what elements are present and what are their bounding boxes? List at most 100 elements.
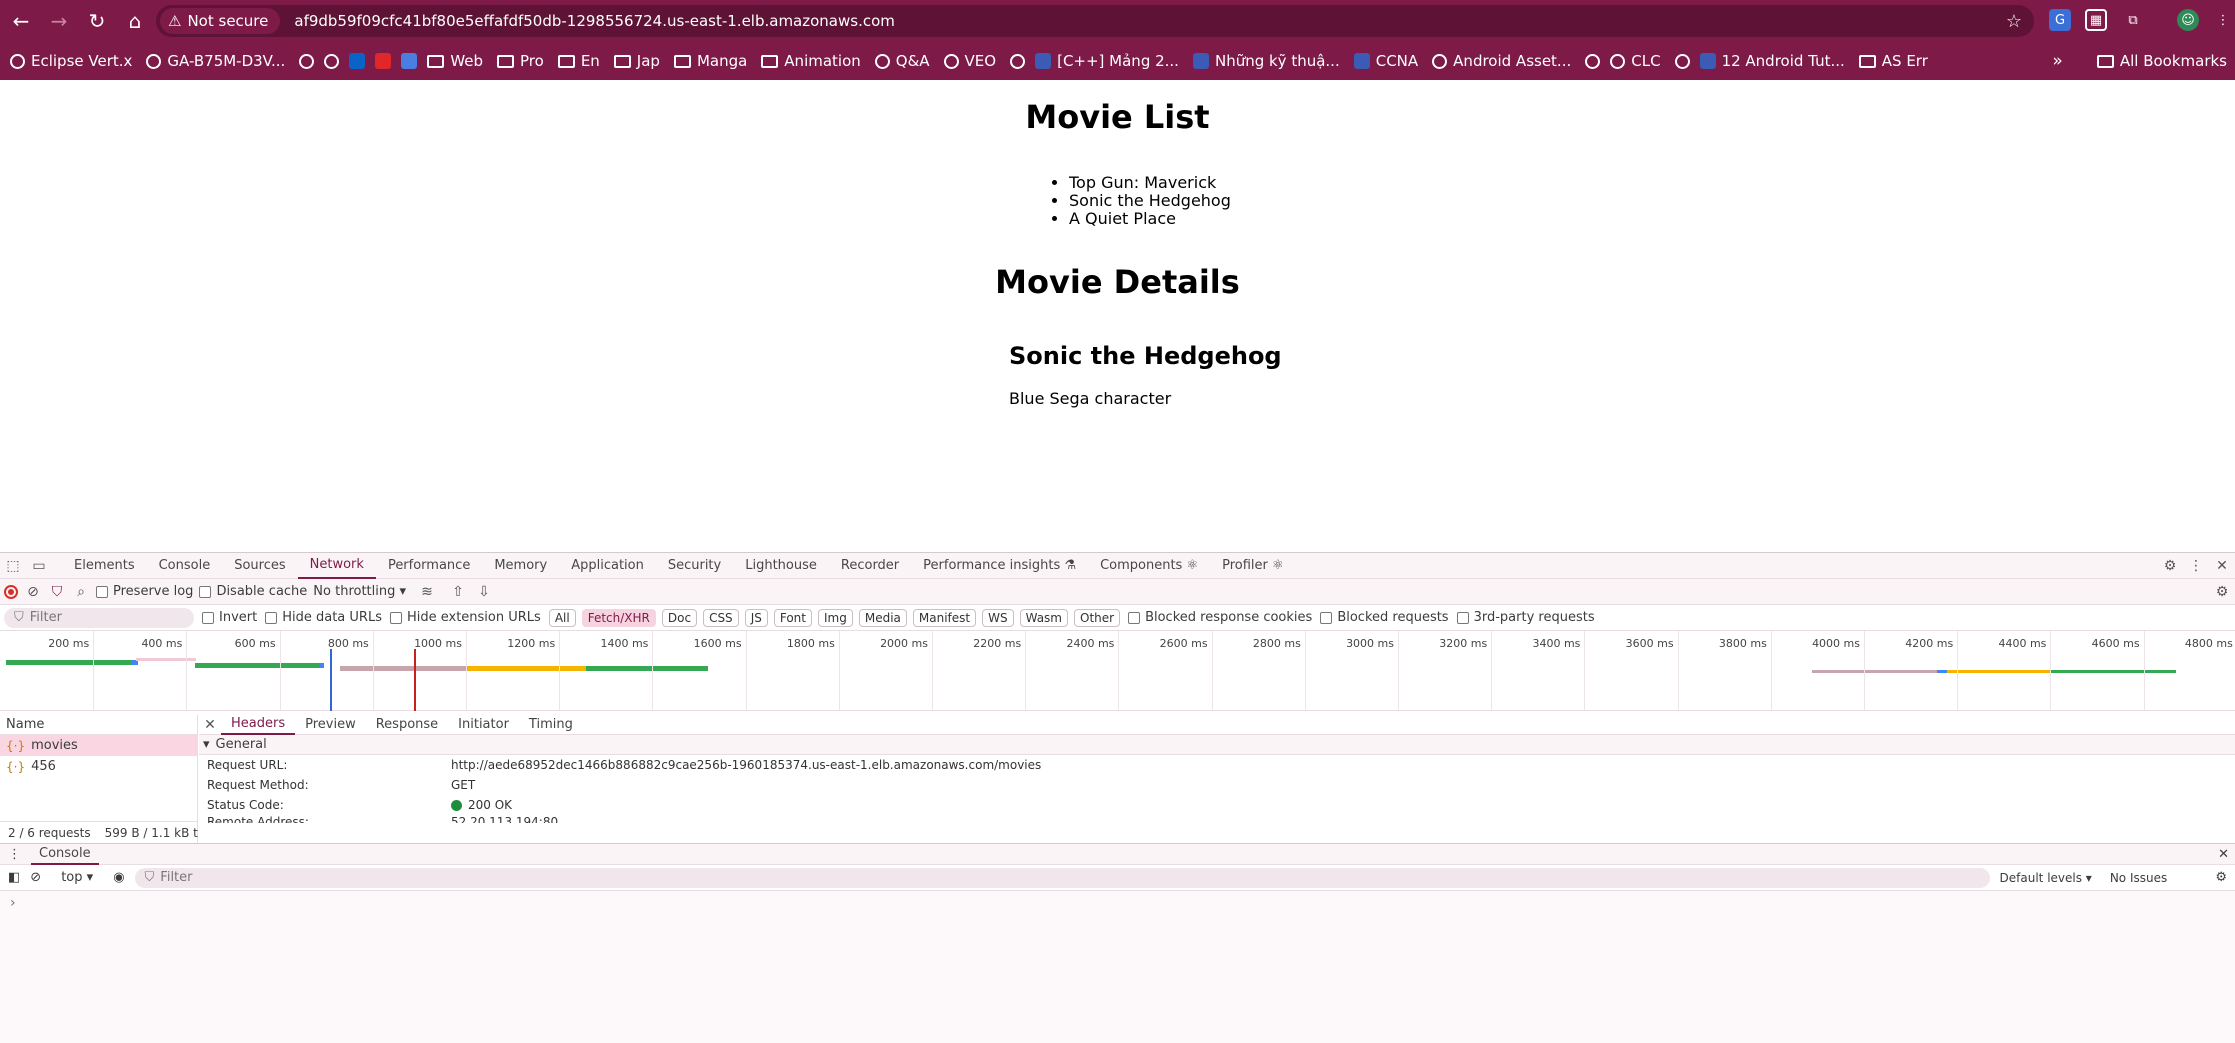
bookmark-item[interactable]: CCNA [1353, 52, 1418, 70]
bookmark-item[interactable] [299, 53, 315, 69]
invert-checkbox[interactable]: Invert [202, 610, 257, 625]
devtools-tab[interactable]: Console [147, 553, 223, 579]
close-devtools-icon[interactable]: ✕ [2209, 553, 2235, 579]
request-row[interactable]: {·} movies [0, 735, 197, 756]
devtools-tab[interactable]: Components ⚛ [1088, 553, 1210, 579]
drawer-menu-icon[interactable]: ⋮ [8, 847, 21, 862]
bookmark-item[interactable] [349, 53, 366, 69]
request-row[interactable]: {·} 456 [0, 756, 197, 777]
bookmark-item[interactable]: En [557, 52, 600, 70]
devtools-tab[interactable]: Lighthouse [733, 553, 829, 579]
network-filter-input[interactable]: ⛉ Filter [4, 607, 194, 628]
resource-type-button[interactable]: Wasm [1019, 608, 1068, 627]
devtools-tab[interactable]: Security [656, 553, 733, 579]
blocked-cookies-checkbox[interactable]: Blocked response cookies [1128, 610, 1312, 625]
extensions-puzzle-icon[interactable]: ⧉ [2122, 9, 2144, 31]
security-chip[interactable]: ⚠ Not secure [160, 8, 281, 34]
browser-menu-icon[interactable]: ⋮ [2212, 9, 2234, 31]
bookmark-item[interactable] [401, 53, 418, 69]
preserve-log-checkbox[interactable]: Preserve log [96, 584, 193, 599]
movie-item[interactable]: A Quiet Place [1069, 210, 1231, 228]
bookmark-item[interactable]: CLC [1610, 52, 1661, 70]
url-text[interactable]: af9db59f09cfc41bf80e5effafdf50db-1298556… [294, 12, 895, 30]
translate-extension-icon[interactable]: G [2049, 9, 2071, 31]
devtools-tab[interactable]: Sources [222, 553, 297, 579]
context-select[interactable]: top ▾ [61, 870, 93, 885]
clear-icon[interactable]: ⊘ [24, 579, 42, 605]
console-output[interactable]: › [0, 891, 2235, 1043]
omnibox[interactable]: ⚠ Not secure af9db59f09cfc41bf80e5effafd… [156, 5, 2034, 37]
network-overview-timeline[interactable]: 200 ms 400 ms 600 ms 800 ms 1000 ms 1200 ms 14… [0, 631, 2235, 711]
movie-item[interactable]: Top Gun: Maverick [1069, 174, 1231, 192]
settings-gear-icon[interactable]: ⚙ [2157, 553, 2183, 579]
bookmark-item[interactable] [1674, 53, 1690, 69]
devtools-tab[interactable]: Recorder [829, 553, 911, 579]
all-bookmarks-button[interactable]: All Bookmarks [2120, 52, 2227, 70]
profile-avatar[interactable]: ☺ [2177, 9, 2199, 31]
console-clear-icon[interactable]: ⊘ [30, 870, 41, 885]
bookmark-item[interactable]: AS Err [1858, 52, 1928, 70]
network-conditions-icon[interactable]: ≋ [412, 579, 442, 605]
resource-type-button[interactable]: WS [982, 608, 1014, 627]
detail-tab[interactable]: Response [366, 715, 448, 735]
movie-item[interactable]: Sonic the Hedgehog [1069, 192, 1231, 210]
bookmark-item[interactable]: Manga [673, 52, 747, 70]
resource-type-button[interactable]: Manifest [912, 608, 977, 627]
log-levels-select[interactable]: Default levels ▾ [2000, 871, 2092, 885]
live-expression-eye-icon[interactable]: ◉ [113, 870, 124, 885]
console-drawer-tab[interactable]: Console [31, 843, 99, 865]
bookmark-item[interactable] [375, 53, 392, 69]
bookmark-item[interactable]: Animation [761, 52, 861, 70]
name-column-header[interactable]: Name [0, 715, 197, 735]
devtools-menu-icon[interactable]: ⋮ [2183, 553, 2209, 579]
bookmark-item[interactable]: 12 Android Tut... [1699, 52, 1845, 70]
filter-funnel-icon[interactable]: ⛉ [48, 579, 66, 605]
bookmark-item[interactable]: Q&A [874, 52, 930, 70]
throttling-select[interactable]: No throttling ▾ [313, 584, 406, 599]
disable-cache-checkbox[interactable]: Disable cache [199, 584, 307, 599]
detail-tab[interactable]: Timing [519, 715, 583, 735]
general-section-header[interactable]: ▾ General [199, 735, 2235, 755]
bookmark-item[interactable]: Web [427, 52, 483, 70]
bookmark-star-icon[interactable]: ☆ [2006, 11, 2022, 32]
devtools-tab[interactable]: Memory [482, 553, 559, 579]
bookmark-item[interactable] [1585, 53, 1601, 69]
bookmarks-overflow-button[interactable]: » [2052, 51, 2062, 71]
console-sidebar-icon[interactable]: ◧ [8, 870, 20, 885]
inspect-element-icon[interactable]: ⬚ [0, 553, 26, 579]
resource-type-button[interactable]: Media [858, 608, 907, 627]
devtools-tab[interactable]: Performance insights ⚗ [911, 553, 1088, 579]
console-settings-gear-icon[interactable]: ⚙ [2215, 870, 2227, 885]
network-settings-gear-icon[interactable]: ⚙ [2209, 579, 2235, 605]
close-detail-icon[interactable]: ✕ [199, 715, 221, 735]
hide-extension-urls-checkbox[interactable]: Hide extension URLs [389, 610, 541, 625]
devtools-tab[interactable]: Performance [376, 553, 482, 579]
qr-extension-icon[interactable]: ▦ [2085, 9, 2107, 31]
forward-button[interactable]: → [42, 4, 76, 38]
resource-type-button[interactable]: JS [744, 608, 768, 627]
devtools-tab[interactable]: Network [297, 553, 376, 579]
issues-counter[interactable]: No Issues [2110, 871, 2167, 885]
back-button[interactable]: ← [4, 4, 38, 38]
bookmark-item[interactable]: GA-B75M-D3V... [146, 52, 285, 70]
resource-type-button[interactable]: Img [817, 608, 853, 627]
bookmark-item[interactable]: [C++] Mảng 2... [1035, 52, 1179, 70]
devtools-tab[interactable]: Elements [62, 553, 147, 579]
bookmark-item[interactable] [1010, 53, 1026, 69]
bookmark-item[interactable]: Những kỹ thuậ... [1192, 52, 1340, 70]
hide-data-urls-checkbox[interactable]: Hide data URLs [265, 610, 382, 625]
bookmark-item[interactable]: Pro [497, 52, 544, 70]
device-toolbar-icon[interactable]: ▭ [26, 553, 52, 579]
bookmark-item[interactable]: Jap [613, 52, 660, 70]
record-icon[interactable] [4, 584, 18, 599]
import-har-icon[interactable]: ⇧ [448, 579, 468, 605]
detail-tab[interactable]: Headers [221, 715, 296, 735]
resource-type-button[interactable]: All [548, 608, 576, 627]
resource-type-button[interactable]: Font [773, 608, 812, 627]
bookmark-item[interactable]: Eclipse Vert.x [10, 52, 132, 70]
resource-type-button[interactable]: Fetch/XHR [581, 608, 656, 627]
home-button[interactable]: ⌂ [118, 4, 152, 38]
resource-type-button[interactable]: Other [1074, 608, 1121, 627]
resource-type-button[interactable]: Doc [661, 608, 698, 627]
resource-type-button[interactable]: CSS [703, 608, 739, 627]
